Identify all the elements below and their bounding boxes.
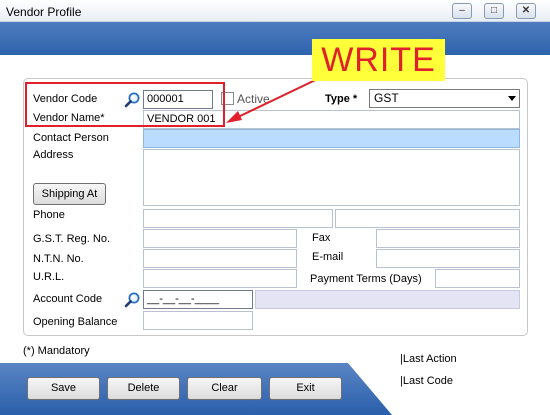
opening-balance-label: Opening Balance [33,316,118,328]
phone-secondary-input[interactable] [335,209,520,228]
phone-input[interactable] [143,209,333,228]
address-input[interactable] [143,149,520,206]
phone-label: Phone [33,209,65,221]
account-code-label: Account Code [33,293,103,305]
vendor-code-search-icon[interactable] [124,91,141,108]
delete-button[interactable]: Delete [107,377,180,400]
payment-terms-label: Payment Terms (Days) [310,273,422,285]
vendor-profile-window: Vendor Profile – □ ✕ Vendor Code 000001 … [0,0,550,415]
address-label: Address [33,149,74,161]
clear-button[interactable]: Clear [187,377,262,400]
active-checkbox[interactable] [221,92,234,105]
vendor-name-label: Vendor Name* [33,112,105,124]
fax-label: Fax [312,232,331,244]
vendor-name-input[interactable]: VENDOR 001 [143,110,520,129]
url-label: U.R.L. [33,271,65,283]
type-label: Type * [325,93,358,105]
active-label: Active [237,92,270,106]
ntn-no-input[interactable] [143,249,297,268]
maximize-button[interactable]: □ [484,3,504,19]
type-selected-value: GST [374,91,399,105]
email-input[interactable] [376,249,520,268]
ntn-no-label: N.T.N. No. [33,253,84,265]
type-select[interactable]: GST [369,89,520,108]
account-code-search-icon[interactable] [124,291,141,308]
header-band [0,22,550,55]
last-action-label: |Last Action [400,353,457,365]
title-bar: Vendor Profile – □ ✕ [0,0,550,22]
minimize-button[interactable]: – [452,3,472,19]
email-label: E-mail [312,251,344,263]
last-code-label: |Last Code [400,375,454,387]
vendor-code-label: Vendor Code [33,93,98,105]
chevron-down-icon [508,96,516,101]
account-description-field [255,290,520,309]
close-button[interactable]: ✕ [516,3,536,19]
shipping-at-button[interactable]: Shipping At [33,183,106,205]
save-button[interactable]: Save [27,377,100,400]
write-annotation-label: WRITE [312,39,445,81]
account-code-input[interactable]: __-__-__-____ [143,290,253,309]
window-title: Vendor Profile [6,5,82,19]
url-input[interactable] [143,269,297,288]
vendor-code-input[interactable]: 000001 [143,90,213,109]
gst-reg-no-label: G.S.T. Reg. No. [33,233,111,245]
mandatory-note: (*) Mandatory [23,345,90,357]
exit-button[interactable]: Exit [269,377,342,400]
fax-input[interactable] [376,229,520,248]
gst-reg-no-input[interactable] [143,229,297,248]
contact-person-label: Contact Person [33,132,109,144]
opening-balance-input[interactable] [143,311,253,330]
payment-terms-input[interactable] [435,269,520,288]
contact-person-input[interactable] [143,129,520,148]
